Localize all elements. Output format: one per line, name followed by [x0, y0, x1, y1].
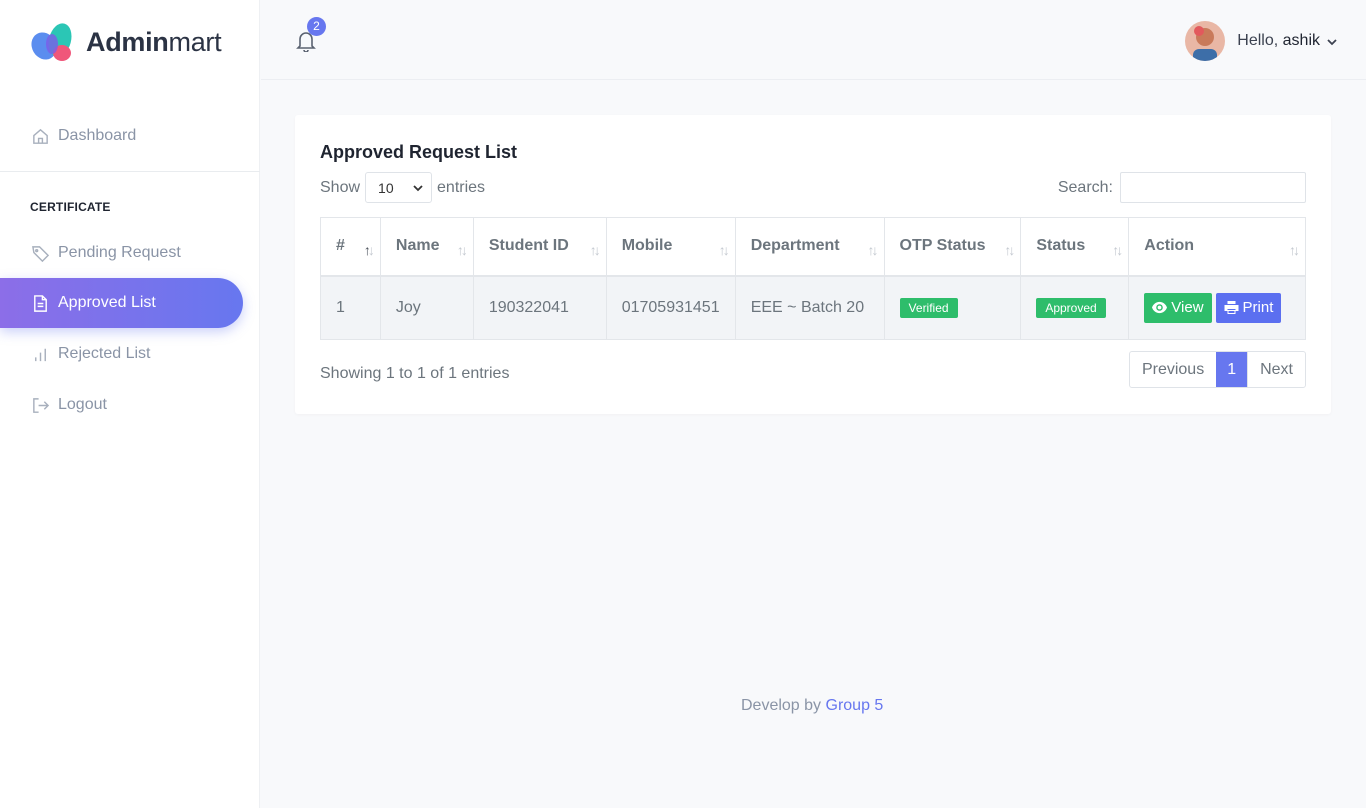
search-label: Search: [1057, 178, 1113, 196]
column-header-name[interactable]: Name ↑↓ [379, 217, 474, 277]
sidebar-item-label: Dashboard [58, 127, 137, 144]
printer-icon [1224, 301, 1239, 315]
tag-icon [30, 243, 50, 263]
page-title: Approved Request List [320, 142, 518, 162]
sidebar-item-label: Approved List [58, 294, 156, 311]
chevron-down-icon [413, 184, 423, 191]
search-control: Search: [1058, 172, 1306, 203]
search-input[interactable] [1120, 172, 1306, 203]
column-header-action[interactable]: Action ↑↓ [1128, 217, 1306, 277]
print-button[interactable]: Print [1215, 292, 1282, 323]
sidebar-item-label: Logout [58, 396, 107, 413]
column-header-mobile[interactable]: Mobile ↑↓ [605, 217, 736, 277]
entries-select[interactable]: 10 [365, 172, 433, 203]
document-icon [30, 293, 50, 313]
pagination: Previous 1 Next [1128, 351, 1306, 388]
cell-index: 1 [320, 275, 381, 340]
page-button-1[interactable]: 1 [1216, 352, 1248, 387]
sort-icon: ↑↓ [1004, 242, 1015, 258]
entries-select-value: 10 [378, 179, 394, 196]
sidebar-divider [0, 171, 260, 172]
home-icon [30, 126, 50, 146]
sidebar: Adminmart Dashboard CERTIFICATE Pending … [0, 0, 260, 808]
cell-mobile: 01705931451 [605, 275, 736, 340]
show-label: Show [320, 178, 361, 196]
sidebar-item-label: Rejected List [58, 345, 151, 362]
footer: Develop by Group 5 [741, 697, 883, 715]
sort-icon: ↑↓ [456, 242, 468, 258]
cell-name: Joy [379, 275, 474, 340]
sort-icon: ↑↓ [867, 242, 879, 258]
notification-badge: 2 [307, 17, 326, 36]
cell-department: EEE ~ Batch 20 [734, 275, 885, 340]
approved-list-card: Approved Request List Show 10 entries Se… [295, 115, 1331, 414]
table-info: Showing 1 to 1 of 1 entries [320, 365, 510, 382]
user-menu[interactable]: Hello, ashik [1185, 20, 1338, 61]
sidebar-item-dashboard[interactable]: Dashboard [0, 111, 243, 161]
avatar [1185, 20, 1226, 61]
butterfly-logo-icon [31, 23, 72, 61]
sidebar-item-logout[interactable]: Logout [0, 380, 243, 430]
column-header-otp-status[interactable]: OTP Status ↑↓ [883, 217, 1022, 277]
status-badge: Approved [1036, 297, 1106, 318]
brand-name: Adminmart [86, 26, 222, 57]
table-row: 1 Joy 190322041 01705931451 EEE ~ Batch … [320, 275, 1306, 340]
entries-length-control: Show 10 entries [320, 172, 485, 203]
previous-page-button[interactable]: Previous [1130, 352, 1216, 387]
column-header-student-id[interactable]: Student ID ↑↓ [472, 217, 607, 277]
table-header-row: # ↑↓ Name ↑↓ Student ID ↑↓ Mobile ↑↓ Departm… [320, 217, 1306, 277]
sort-icon: ↑↓ [718, 242, 730, 258]
brand-logo[interactable]: Adminmart [30, 22, 222, 62]
column-header-department[interactable]: Department ↑↓ [734, 217, 885, 277]
sidebar-item-label: Pending Request [58, 244, 181, 261]
chevron-down-icon [1326, 35, 1338, 47]
sort-icon: ↑↓ [1112, 242, 1123, 258]
otp-status-badge: Verified [899, 297, 958, 318]
sidebar-section-caption: CERTIFICATE [30, 200, 111, 214]
sidebar-item-pending-request[interactable]: Pending Request [0, 228, 243, 278]
entries-label: entries [437, 178, 486, 196]
cell-student-id: 190322041 [472, 275, 607, 340]
approved-requests-table: # ↑↓ Name ↑↓ Student ID ↑↓ Mobile ↑↓ Departm… [320, 217, 1306, 340]
sidebar-item-rejected-list[interactable]: Rejected List [0, 329, 243, 379]
column-header-status[interactable]: Status ↑↓ [1020, 217, 1130, 277]
logout-icon [30, 395, 50, 415]
sort-icon: ↑↓ [363, 242, 375, 258]
bar-chart-icon [30, 344, 50, 364]
next-page-button[interactable]: Next [1247, 352, 1305, 387]
footer-link[interactable]: Group 5 [826, 697, 884, 714]
footer-text: Develop by [741, 697, 822, 714]
column-header-index[interactable]: # ↑↓ [320, 217, 381, 277]
eye-icon [1152, 302, 1168, 314]
sort-icon: ↑↓ [1289, 242, 1300, 258]
sidebar-item-approved-list[interactable]: Approved List [0, 278, 243, 328]
cell-status: Approved [1020, 275, 1130, 340]
cell-otp-status: Verified [883, 275, 1022, 340]
user-greeting: Hello, ashik [1237, 31, 1320, 49]
view-button[interactable]: View [1144, 292, 1212, 323]
cell-action: View Print [1128, 275, 1306, 340]
sort-icon: ↑↓ [589, 242, 601, 258]
